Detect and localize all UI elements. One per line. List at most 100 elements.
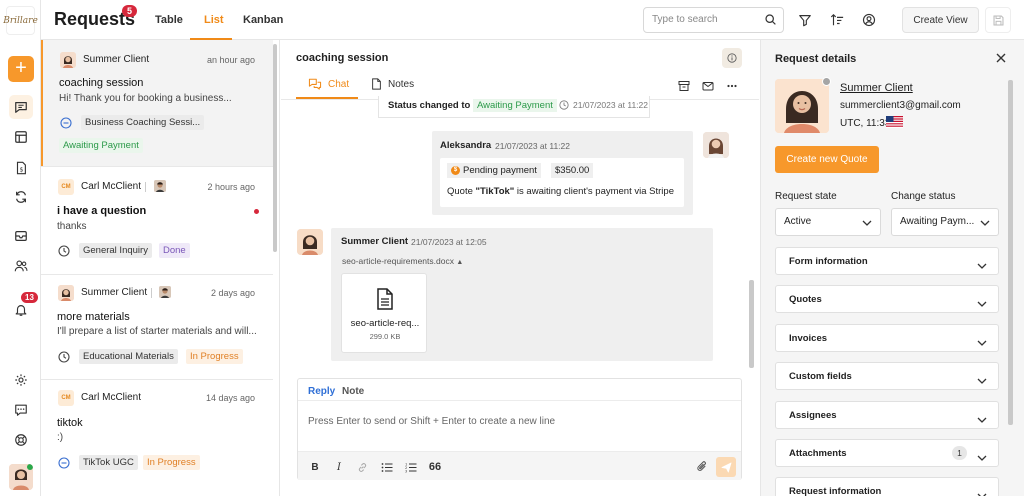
request-card[interactable]: Summer Client an hour ago coaching sessi…	[41, 40, 273, 166]
new-request-button[interactable]: +	[8, 56, 34, 82]
view-tab-kanban[interactable]: Kanban	[243, 14, 283, 26]
archive-icon[interactable]	[678, 80, 690, 92]
chevron-down-icon	[977, 412, 987, 426]
section-quotes[interactable]: Quotes	[775, 285, 999, 313]
tab-reply[interactable]: Reply	[308, 386, 335, 397]
status-change-value: Awaiting Payment	[473, 99, 557, 112]
top-bar: Requests 5 Table List Kanban Create View	[41, 0, 1024, 40]
info-icon[interactable]	[722, 48, 742, 68]
mail-icon[interactable]	[702, 80, 714, 92]
bullet-list-icon[interactable]	[380, 460, 394, 474]
brand-logo[interactable]: Brillare	[3, 6, 38, 35]
chat-panel: coaching session Chat Notes Status chang…	[281, 40, 759, 496]
client-avatar: CM	[58, 179, 74, 195]
client-name: Summer Client	[81, 287, 148, 298]
attachment-header-label: seo-article-requirements.docx	[342, 256, 454, 266]
layout-icon[interactable]	[9, 125, 33, 149]
settings-icon[interactable]	[9, 368, 33, 392]
search-input[interactable]	[652, 14, 762, 25]
quote-icon[interactable]: 66	[428, 460, 442, 474]
clock-icon	[58, 351, 70, 363]
sync-icon[interactable]	[9, 185, 33, 209]
section-assignees[interactable]: Assignees	[775, 401, 999, 429]
chevron-down-icon	[980, 218, 990, 229]
more-icon[interactable]	[726, 80, 738, 92]
create-view-button[interactable]: Create View	[902, 7, 979, 33]
profile-icon[interactable]	[859, 10, 879, 30]
tab-chat[interactable]: Chat	[308, 78, 349, 90]
italic-icon[interactable]: I	[332, 460, 346, 474]
users-icon[interactable]	[9, 254, 33, 278]
tab-chat-label: Chat	[328, 78, 350, 90]
create-quote-button[interactable]: Create new Quote	[775, 146, 879, 173]
user-avatar[interactable]	[9, 464, 33, 490]
pending-payment-label: Pending payment	[463, 165, 537, 176]
change-status-select[interactable]: Awaiting Paym...	[891, 208, 999, 236]
request-state-select[interactable]: Active	[775, 208, 881, 236]
request-list: Summer Client an hour ago coaching sessi…	[41, 40, 280, 496]
requests-count-badge: 5	[122, 5, 138, 17]
request-card[interactable]: CM Carl McClient 14 days ago tiktok :) T…	[41, 380, 273, 496]
numbered-list-icon[interactable]: 123	[404, 460, 418, 474]
bold-icon[interactable]: B	[308, 460, 322, 474]
section-label: Invoices	[789, 333, 828, 344]
client-name-link[interactable]: Summer Client	[840, 82, 913, 94]
link-icon[interactable]	[355, 460, 369, 474]
service-tag: Business Coaching Sessi...	[81, 115, 205, 130]
tab-notes[interactable]: Notes	[371, 78, 414, 90]
section-custom-fields[interactable]: Custom fields	[775, 362, 999, 390]
chat-icon[interactable]	[9, 95, 33, 119]
chevron-down-icon	[977, 258, 987, 272]
message-composer[interactable]: Reply Note Press Enter to send or Shift …	[297, 378, 742, 480]
file-size: 299.0 KB	[369, 332, 401, 341]
view-tab-list[interactable]: List	[204, 14, 224, 26]
chat-scrollbar[interactable]	[749, 280, 754, 368]
request-time: 2 hours ago	[207, 182, 255, 192]
separator	[145, 182, 146, 192]
list-scrollbar[interactable]	[273, 44, 277, 252]
client-name: Carl McClient	[81, 392, 142, 403]
section-invoices[interactable]: Invoices	[775, 324, 999, 352]
incoming-message: Summer Client 21/07/2023 at 12:05 seo-ar…	[331, 228, 713, 361]
send-button[interactable]	[716, 457, 736, 477]
request-details-panel: Request details Summer Client summerclie…	[760, 40, 1024, 496]
client-name: Summer Client	[83, 54, 150, 65]
details-scrollbar[interactable]	[1008, 80, 1013, 425]
attachment-header[interactable]: seo-article-requirements.docx ▲	[342, 256, 463, 266]
service-type-icon	[58, 457, 70, 469]
dollar-coin-icon: $	[451, 166, 460, 175]
unread-dot	[254, 209, 259, 214]
search-box[interactable]	[643, 7, 784, 33]
request-card[interactable]: Summer Client 2 days ago more materials …	[41, 275, 273, 379]
payment-description: Quote "TikTok" is awaiting client's paym…	[447, 186, 674, 197]
section-form-information[interactable]: Form information	[775, 247, 999, 275]
view-tab-table[interactable]: Table	[155, 14, 183, 26]
search-icon[interactable]	[764, 13, 777, 29]
section-request-information[interactable]: Request information	[775, 477, 999, 496]
attachment-file[interactable]: seo-article-req... 299.0 KB	[341, 273, 427, 353]
composer-placeholder[interactable]: Press Enter to send or Shift + Enter to …	[308, 416, 555, 427]
inbox-icon[interactable]	[9, 224, 33, 248]
tab-note[interactable]: Note	[342, 386, 364, 397]
client-avatar	[60, 52, 76, 68]
attach-icon[interactable]	[695, 459, 709, 473]
chat-title: coaching session	[296, 52, 389, 64]
sort-icon[interactable]	[827, 10, 847, 30]
request-time: an hour ago	[206, 55, 255, 65]
request-card[interactable]: CM Carl McClient 2 hours ago i have a qu…	[41, 167, 273, 274]
quote-name[interactable]: "TikTok"	[476, 186, 515, 197]
save-view-icon[interactable]	[985, 7, 1011, 33]
feedback-icon[interactable]	[9, 398, 33, 422]
message-author: Aleksandra	[440, 140, 492, 151]
close-icon[interactable]	[995, 52, 1009, 66]
client-avatar: CM	[58, 390, 74, 406]
invoice-icon[interactable]: $	[9, 156, 33, 180]
svg-text:$: $	[20, 167, 24, 174]
section-attachments[interactable]: Attachments 1	[775, 439, 999, 467]
chevron-down-icon	[977, 296, 987, 310]
help-icon[interactable]	[9, 428, 33, 452]
filter-icon[interactable]	[795, 10, 815, 30]
client-photo	[775, 79, 829, 133]
chat-bubbles-icon	[308, 78, 322, 90]
description-prefix: Quote	[447, 186, 476, 197]
